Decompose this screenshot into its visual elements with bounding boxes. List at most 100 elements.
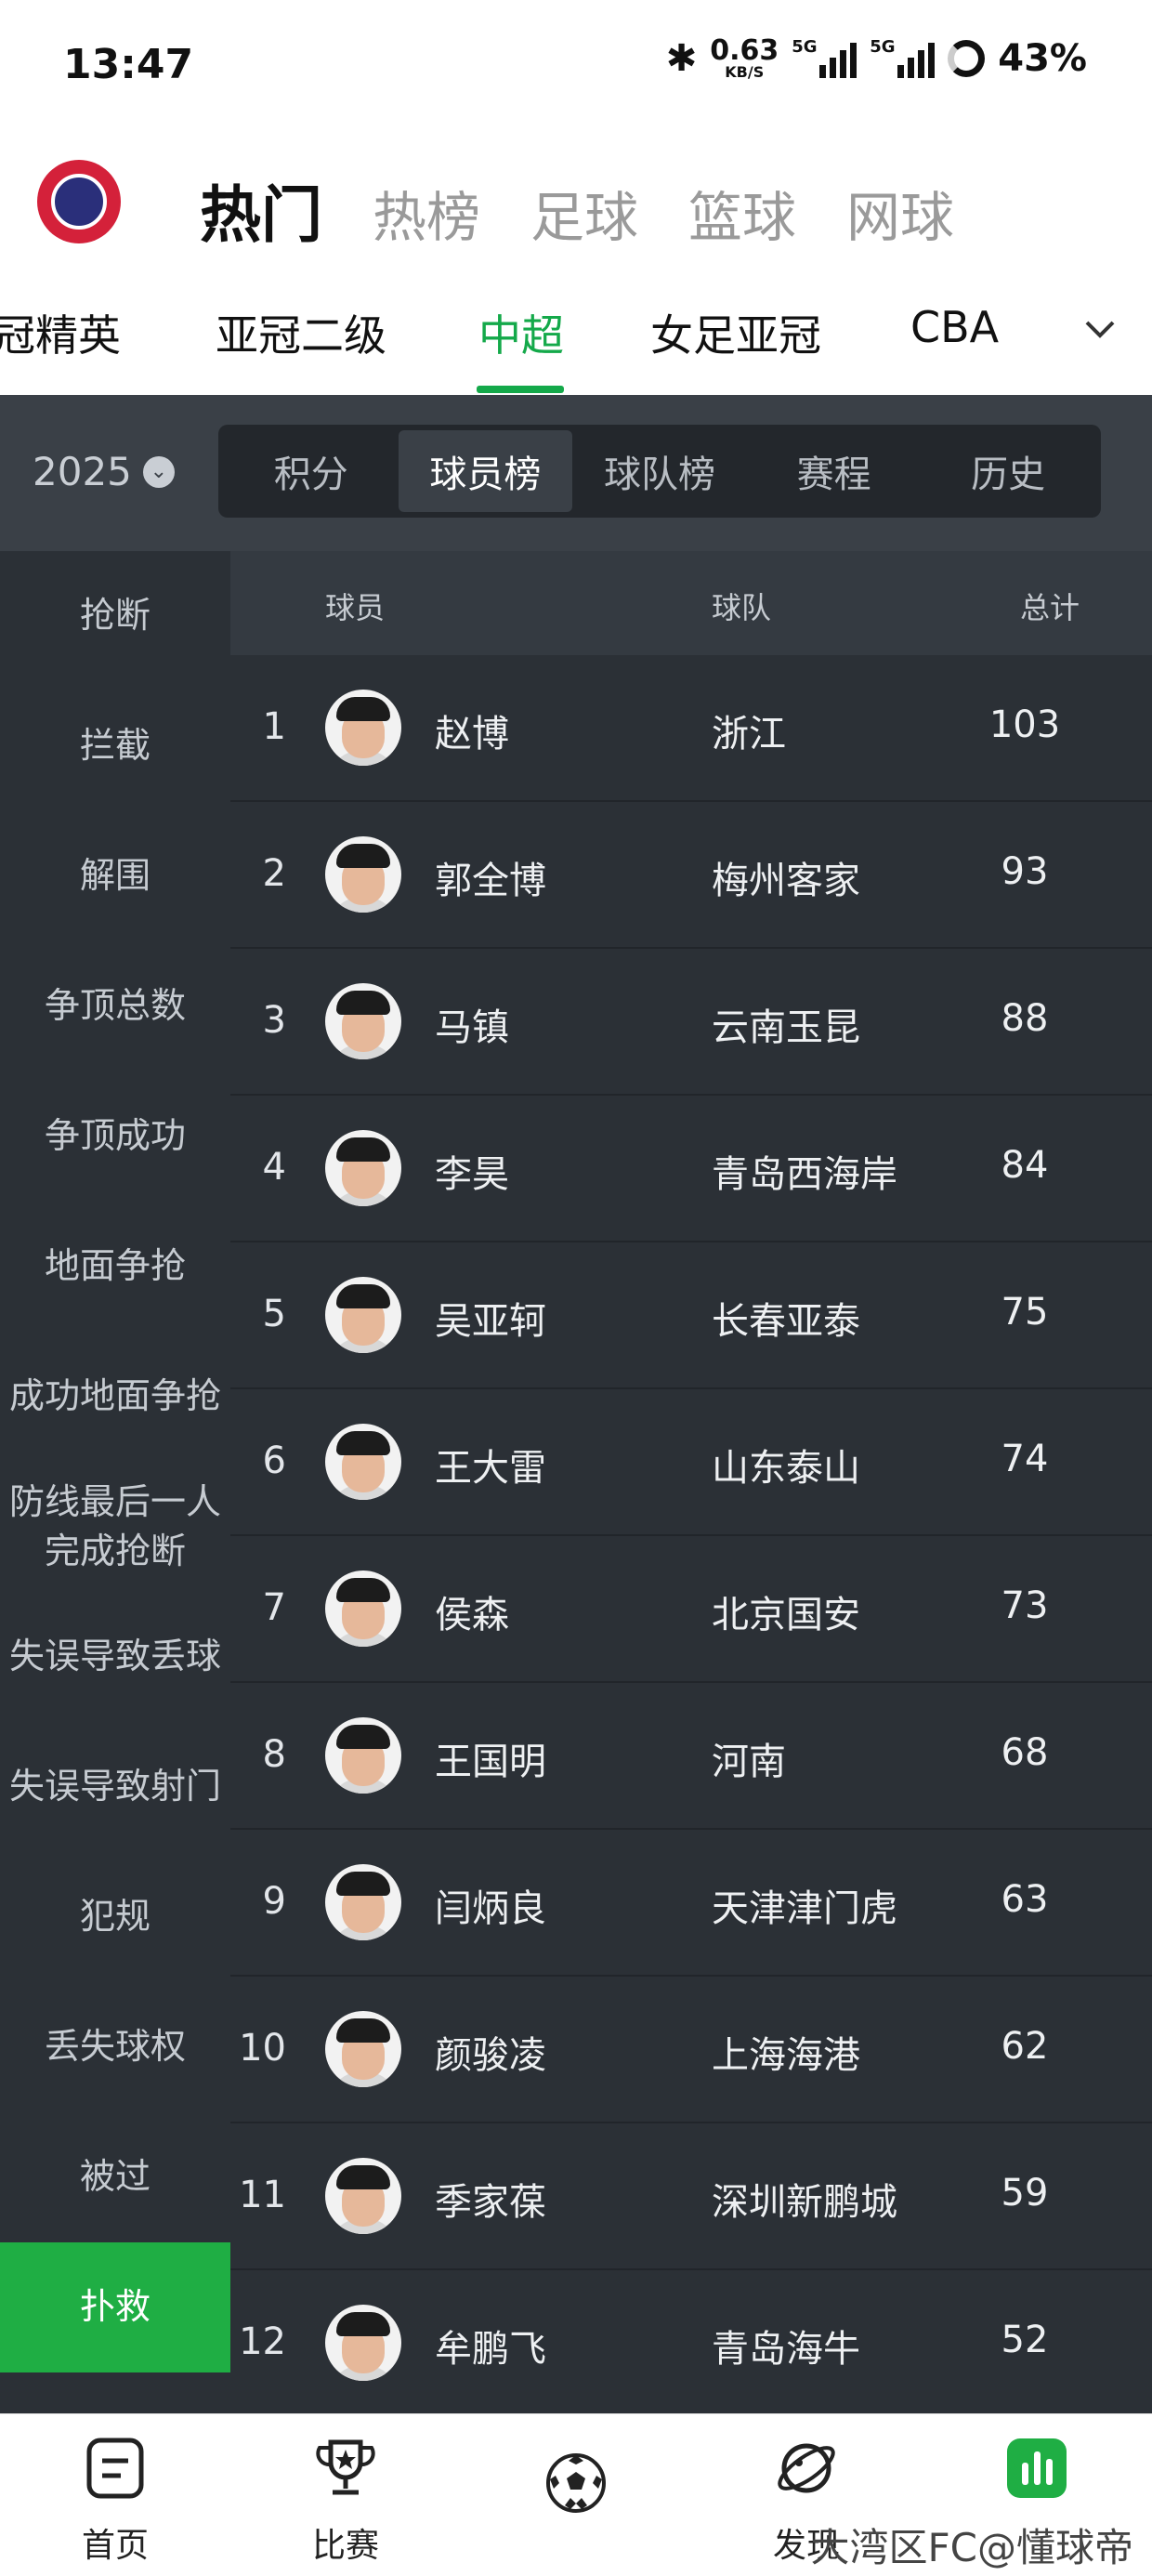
header-player: 球员 [325,590,386,625]
team-name: 上海海港 [712,2034,860,2077]
category-item[interactable]: 解围 [0,811,230,941]
league-tab[interactable]: 亚冠二级 [216,302,386,363]
segment-tab[interactable]: 历史 [921,430,1095,512]
player-name: 侯森 [435,1594,509,1636]
total-value: 62 [1001,2025,1049,2068]
table-row[interactable]: 6 王大雷 山东泰山 74 [230,1389,1152,1536]
football-icon [546,2453,606,2513]
table-row[interactable]: 2 郭全博 梅州客家 93 [230,802,1152,949]
avatar [325,2305,401,2381]
team-name: 浙江 [712,713,786,756]
season-selector[interactable]: 2025 ⌄ [33,449,175,494]
table-row[interactable]: 7 侯森 北京国安 73 [230,1536,1152,1683]
player-name: 郭全博 [435,860,546,902]
total-value: 75 [1001,1291,1049,1334]
league-tab[interactable]: 女足亚冠 [650,302,821,363]
player-name: 颜骏凌 [435,2034,546,2077]
player-name: 赵博 [435,713,509,756]
rank: 5 [262,1293,286,1335]
table-row[interactable]: 8 王国明 河南 68 [230,1683,1152,1830]
league-tabs: 冠精英 亚冠二级 中超 女足亚冠 CBA [0,265,1152,395]
battery-percent: 43% [998,37,1087,80]
season-value: 2025 [33,449,132,494]
total-value: 93 [1001,850,1049,893]
team-name: 深圳新鹏城 [712,2181,897,2224]
segment-control: 积分 球员榜 球队榜 赛程 历史 [218,425,1101,518]
league-tab[interactable]: 冠精英 [0,302,121,363]
club-logo[interactable] [37,160,121,243]
status-icons: ✱ 0.63 KB/S 5G 5G 43% [666,37,1087,81]
signal-label: 5G [792,37,818,57]
category-item[interactable]: 被过 [0,2112,230,2242]
table-row[interactable]: 10 颜骏凌 上海海港 62 [230,1977,1152,2123]
nav-home-label: 首页 [81,2527,149,2565]
category-item[interactable]: 犯规 [0,1852,230,1982]
team-name: 梅州客家 [712,860,860,902]
team-name: 北京国安 [712,1594,860,1636]
rank: 6 [262,1439,286,1482]
total-value: 103 [988,703,1061,746]
rank: 10 [239,2027,286,2070]
category-item[interactable]: 失误导致丢球 [0,1592,230,1722]
rank: 4 [262,1146,286,1189]
nav-home[interactable]: 首页 [0,2414,230,2576]
player-name: 吴亚轲 [435,1300,546,1343]
player-ranking-table: 球员 球队 总计 1 赵博 浙江 103 2 郭全博 梅州客家 93 3 马镇 云南玉昆 88 4 李昊青… [230,551,1152,2417]
rank: 9 [262,1880,286,1923]
rank: 2 [262,852,286,895]
category-item[interactable]: 扑救 [0,2242,230,2372]
rank: 1 [262,705,286,748]
top-tab[interactable]: 足球 [530,174,638,252]
signal-label-2: 5G [870,37,896,57]
top-tab[interactable]: 篮球 [688,174,796,252]
table-row[interactable]: 9 闫炳良 天津津门虎 63 [230,1830,1152,1977]
filter-bar: 2025 ⌄ 积分 球员榜 球队榜 赛程 历史 [0,395,1152,551]
top-tab[interactable]: 网球 [846,174,954,252]
rank: 12 [239,2320,286,2363]
league-tab-active[interactable]: 中超 [478,302,564,363]
player-name: 季家葆 [435,2181,546,2224]
rank: 8 [262,1733,286,1776]
avatar [325,1424,401,1500]
total-value: 59 [1001,2172,1049,2215]
total-value: 84 [1001,1144,1049,1187]
top-tab[interactable]: 热门 [200,165,322,255]
nav-matches[interactable]: 比赛 [230,2414,461,2576]
avatar [325,1277,401,1353]
category-item[interactable]: 争顶成功 [0,1071,230,1202]
planet-icon [778,2443,835,2493]
table-row[interactable]: 5 吴亚轲 长春亚泰 75 [230,1242,1152,1389]
nav-football[interactable] [461,2414,691,2576]
table-row[interactable]: 1 赵博 浙江 103 [230,655,1152,802]
category-item[interactable]: 地面争抢 [0,1202,230,1332]
rank: 7 [262,1586,286,1629]
table-row[interactable]: 11 季家葆 深圳新鹏城 59 [230,2123,1152,2270]
segment-tab[interactable]: 赛程 [747,430,922,512]
table-row[interactable]: 3 马镇 云南玉昆 88 [230,949,1152,1096]
player-name: 李昊 [435,1153,509,1196]
league-tab[interactable]: CBA [910,302,999,352]
segment-tab[interactable]: 球员榜 [398,430,573,512]
segment-tab[interactable]: 球队榜 [572,430,747,512]
segment-tab[interactable]: 积分 [224,430,399,512]
team-name: 山东泰山 [712,1447,860,1490]
team-name: 长春亚泰 [712,1300,860,1343]
network-speed: 0.63 KB/S [710,37,779,80]
total-value: 88 [1001,997,1049,1040]
avatar [325,983,401,1059]
category-item[interactable]: 拦截 [0,681,230,811]
category-item[interactable]: 丢失球权 [0,1982,230,2112]
total-value: 74 [1001,1438,1049,1480]
category-item[interactable]: 成功地面争抢 [0,1332,230,1462]
category-item[interactable]: 失误导致射门 [0,1722,230,1852]
category-item[interactable]: 争顶总数 [0,941,230,1071]
team-name: 云南玉昆 [712,1006,860,1049]
table-row[interactable]: 12 牟鹏飞 青岛海牛 52 [230,2270,1152,2417]
signal-icon: 5G [792,37,857,80]
category-item[interactable]: 防线最后一人 完成抢断 [0,1462,230,1592]
team-name: 青岛海牛 [712,2328,860,2371]
top-tab[interactable]: 热榜 [373,174,480,252]
table-row[interactable]: 4 李昊 青岛西海岸 84 [230,1096,1152,1242]
chevron-down-icon[interactable] [1081,311,1119,348]
category-item[interactable]: 抢断 [0,551,230,681]
